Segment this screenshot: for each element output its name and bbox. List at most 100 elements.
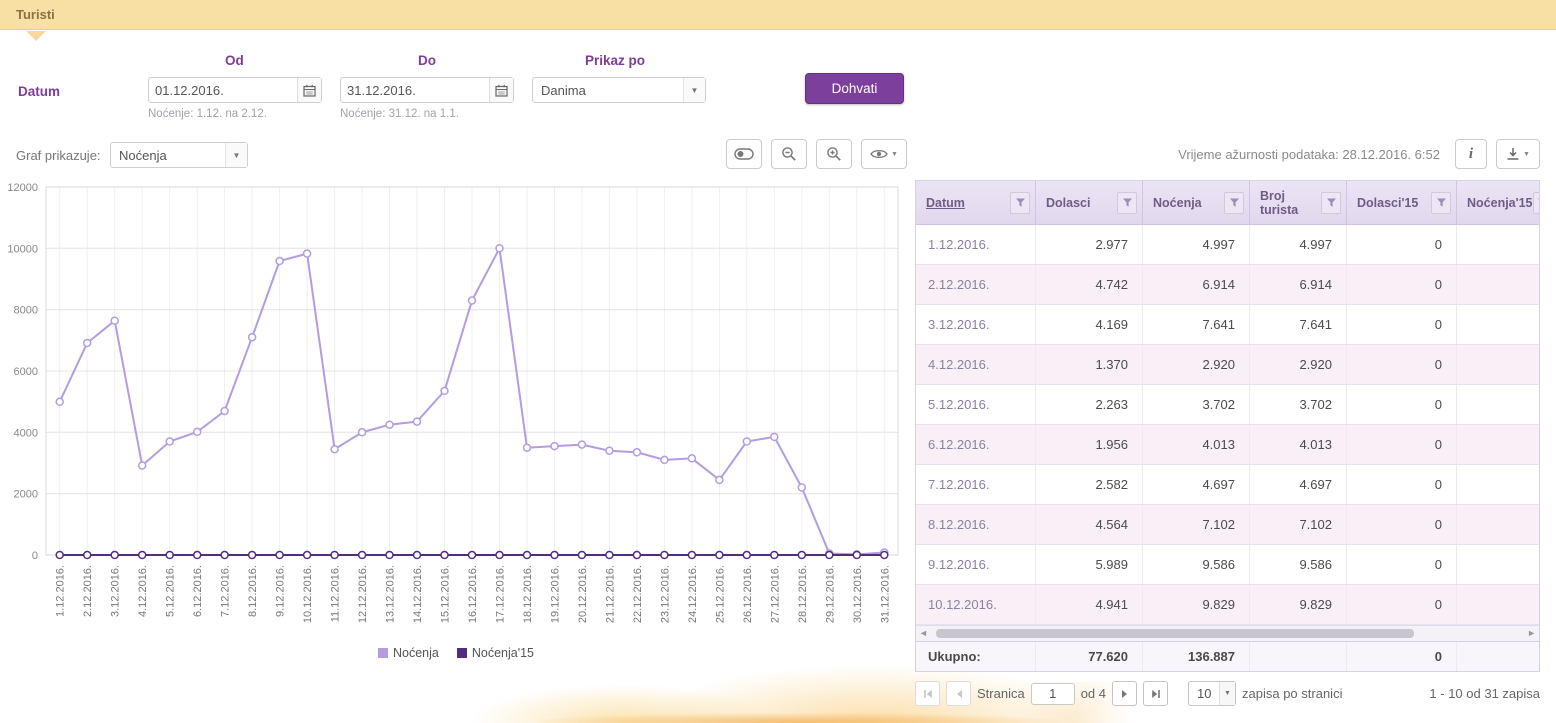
- total-label: Ukupno:: [916, 642, 1036, 671]
- page-size-select[interactable]: 10 ▼: [1188, 681, 1236, 706]
- chevron-down-icon: ▼: [1219, 682, 1235, 705]
- page: Turisti Od Do Prikaz po Datum Danima ▼ N…: [0, 0, 1556, 723]
- table-cell: 9.829: [1143, 585, 1250, 624]
- toggle-view-button[interactable]: [726, 139, 762, 169]
- first-page-button[interactable]: [915, 681, 940, 706]
- column-header-broj-turista[interactable]: Broj turista: [1250, 181, 1347, 224]
- legend-item[interactable]: Noćenja'15: [457, 646, 534, 660]
- table-body: 1.12.2016.2.9774.9974.99702.12.2016.4.74…: [916, 225, 1539, 625]
- page-size-value: 10: [1189, 686, 1219, 701]
- prev-page-button[interactable]: [946, 681, 971, 706]
- table-cell: 6.12.2016.: [916, 425, 1036, 464]
- table-cell: 0: [1347, 465, 1457, 504]
- svg-text:12000: 12000: [7, 183, 38, 194]
- filter-icon[interactable]: [1321, 192, 1341, 214]
- eye-icon: [870, 148, 888, 160]
- filter-icon[interactable]: [1010, 192, 1030, 214]
- export-button[interactable]: ▼: [1496, 139, 1540, 169]
- filter-icon[interactable]: [1431, 192, 1451, 214]
- prikaz-po-select[interactable]: Danima ▼: [532, 77, 706, 103]
- table-cell: [1457, 465, 1539, 504]
- svg-text:28.12.2016.: 28.12.2016.: [797, 565, 809, 623]
- tab-turisti[interactable]: Turisti: [16, 7, 55, 22]
- column-header-dolasci[interactable]: Dolasci: [1036, 181, 1143, 224]
- table-cell: 4.697: [1143, 465, 1250, 504]
- svg-text:6.12.2016.: 6.12.2016.: [192, 565, 204, 617]
- horizontal-scrollbar[interactable]: ◄ ►: [916, 625, 1539, 641]
- calendar-icon[interactable]: [489, 78, 513, 102]
- last-page-button[interactable]: [1143, 681, 1168, 706]
- column-header-label: Dolasci'15: [1357, 196, 1418, 210]
- scrollbar-thumb[interactable]: [936, 629, 1414, 638]
- zoom-out-button[interactable]: [771, 139, 807, 169]
- table-cell: 5.12.2016.: [916, 385, 1036, 424]
- table-cell: 4.12.2016.: [916, 345, 1036, 384]
- table-cell: 6.914: [1143, 265, 1250, 304]
- filter-icon[interactable]: [1224, 192, 1244, 214]
- info-button[interactable]: i: [1455, 139, 1487, 169]
- table-row[interactable]: 2.12.2016.4.7426.9146.9140: [916, 265, 1539, 305]
- first-page-icon: [923, 689, 933, 699]
- svg-text:17.12.2016.: 17.12.2016.: [495, 565, 507, 623]
- next-page-button[interactable]: [1112, 681, 1137, 706]
- column-header-label: Noćenja: [1153, 196, 1202, 210]
- od-date-input[interactable]: [149, 83, 297, 98]
- filter-icon[interactable]: [1533, 192, 1539, 214]
- table-cell: [1457, 345, 1539, 384]
- tab-active-caret: [26, 31, 46, 41]
- table-row[interactable]: 10.12.2016.4.9419.8299.8290: [916, 585, 1539, 625]
- column-header-dolasci-15[interactable]: Dolasci'15: [1347, 181, 1457, 224]
- filter-icon[interactable]: [1117, 192, 1137, 214]
- svg-text:22.12.2016.: 22.12.2016.: [632, 565, 644, 623]
- table-row[interactable]: 8.12.2016.4.5647.1027.1020: [916, 505, 1539, 545]
- legend-item[interactable]: Noćenja: [378, 646, 439, 660]
- column-header-no-enja-15[interactable]: Noćenja'15: [1457, 181, 1539, 224]
- calendar-icon[interactable]: [297, 78, 321, 102]
- svg-text:19.12.2016.: 19.12.2016.: [550, 565, 562, 623]
- svg-text:14.12.2016.: 14.12.2016.: [412, 565, 424, 623]
- table-row[interactable]: 6.12.2016.1.9564.0134.0130: [916, 425, 1539, 465]
- table-row[interactable]: 7.12.2016.2.5824.6974.6970: [916, 465, 1539, 505]
- svg-text:16.12.2016.: 16.12.2016.: [467, 565, 479, 623]
- visibility-menu-button[interactable]: ▼: [861, 139, 907, 169]
- table-cell: 7.12.2016.: [916, 465, 1036, 504]
- do-note: Noćenje: 31.12. na 1.1.: [340, 108, 459, 120]
- chart-legend: Noćenja Noćenja'15: [0, 646, 912, 660]
- graf-select[interactable]: Noćenja ▼: [110, 142, 248, 168]
- table-row[interactable]: 1.12.2016.2.9774.9974.9970: [916, 225, 1539, 265]
- zoom-out-icon: [781, 146, 797, 162]
- column-header-label: Dolasci: [1046, 196, 1090, 210]
- table-cell: [1457, 385, 1539, 424]
- table-row[interactable]: 9.12.2016.5.9899.5869.5860: [916, 545, 1539, 585]
- svg-text:5.12.2016.: 5.12.2016.: [165, 565, 177, 617]
- scroll-left-icon[interactable]: ◄: [919, 628, 928, 638]
- legend-swatch: [378, 648, 388, 658]
- stranica-label: Stranica: [977, 686, 1025, 701]
- table-cell: 9.829: [1250, 585, 1347, 624]
- table-cell: 0: [1347, 385, 1457, 424]
- table-cell: 5.989: [1036, 545, 1143, 584]
- zoom-in-button[interactable]: [816, 139, 852, 169]
- table-cell: [1457, 265, 1539, 304]
- do-date-input[interactable]: [341, 83, 489, 98]
- page-number-input[interactable]: [1031, 683, 1075, 705]
- svg-text:1.12.2016.: 1.12.2016.: [55, 565, 67, 617]
- table-cell: [1457, 225, 1539, 264]
- table-row[interactable]: 4.12.2016.1.3702.9202.9200: [916, 345, 1539, 385]
- table-cell: 3.702: [1250, 385, 1347, 424]
- prikaz-po-label: Prikaz po: [585, 53, 645, 68]
- svg-text:4.12.2016.: 4.12.2016.: [137, 565, 149, 617]
- legend-swatch: [457, 648, 467, 658]
- column-header-datum[interactable]: Datum: [916, 181, 1036, 224]
- scroll-right-icon[interactable]: ►: [1527, 628, 1536, 638]
- svg-text:3.12.2016.: 3.12.2016.: [110, 565, 122, 617]
- last-page-icon: [1151, 689, 1161, 699]
- table-cell: 7.641: [1250, 305, 1347, 344]
- nocenja-line-chart[interactable]: 0200040006000800010000120001.12.2016.2.1…: [0, 183, 912, 643]
- table-cell: [1457, 425, 1539, 464]
- column-header-no-enja[interactable]: Noćenja: [1143, 181, 1250, 224]
- table-row[interactable]: 5.12.2016.2.2633.7023.7020: [916, 385, 1539, 425]
- table-row[interactable]: 3.12.2016.4.1697.6417.6410: [916, 305, 1539, 345]
- dohvati-button[interactable]: Dohvati: [805, 73, 904, 104]
- svg-text:29.12.2016.: 29.12.2016.: [824, 565, 836, 623]
